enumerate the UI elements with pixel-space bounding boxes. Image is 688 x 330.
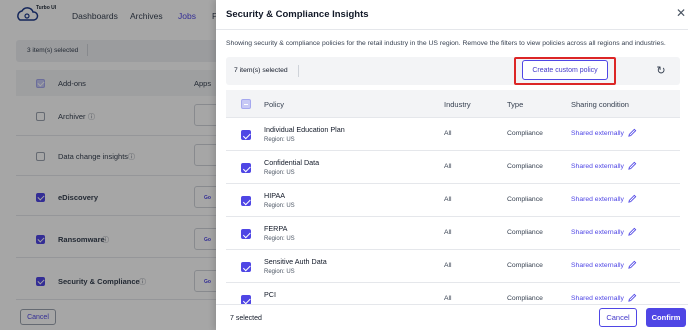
type-cell: Compliance [507, 295, 543, 302]
col-type: Type [507, 100, 524, 109]
policy-name: PCI [264, 290, 276, 299]
industry-cell: All [444, 229, 452, 236]
col-industry: Industry [444, 100, 471, 109]
policy-name: FERPA [264, 224, 288, 233]
industry-cell: All [444, 163, 452, 170]
divider [298, 65, 299, 77]
row-checkbox[interactable] [241, 295, 251, 304]
select-all-checkbox[interactable] [241, 99, 251, 109]
table-row[interactable]: HIPAA Region: US All Compliance Shared e… [226, 184, 680, 217]
industry-cell: All [444, 262, 452, 269]
policy-name: Confidential Data [264, 158, 320, 167]
confirm-button[interactable]: Confirm [646, 308, 686, 327]
selected-count: 7 item(s) selected [234, 67, 288, 74]
edit-pencil-icon[interactable] [628, 161, 637, 170]
row-checkbox[interactable] [241, 196, 251, 206]
policy-region: Region: US [264, 203, 295, 209]
drawer-title: Security & Compliance Insights [226, 9, 369, 20]
table-row[interactable]: FERPA Region: US All Compliance Shared e… [226, 217, 680, 250]
col-policy: Policy [264, 100, 285, 109]
close-icon[interactable]: ✕ [676, 7, 688, 19]
policy-name: Individual Education Plan [264, 125, 345, 134]
table-header: Policy Industry Type Sharing condition [226, 90, 680, 118]
row-checkbox[interactable] [241, 130, 251, 140]
row-checkbox[interactable] [241, 163, 251, 173]
refresh-icon[interactable]: ↻ [652, 62, 670, 80]
divider [216, 29, 688, 30]
policy-region: Region: US [264, 137, 295, 143]
edit-pencil-icon[interactable] [628, 293, 637, 302]
type-cell: Compliance [507, 163, 543, 170]
policy-name: HIPAA [264, 191, 286, 200]
create-custom-policy-button[interactable]: Create custom policy [522, 60, 608, 80]
industry-cell: All [444, 295, 452, 302]
table-row[interactable]: Individual Education Plan Region: US All… [226, 118, 680, 151]
industry-cell: All [444, 196, 452, 203]
sharing-condition-link[interactable]: Shared externally [571, 295, 624, 302]
row-checkbox[interactable] [241, 262, 251, 272]
table-row[interactable]: Confidential Data Region: US All Complia… [226, 151, 680, 184]
type-cell: Compliance [507, 196, 543, 203]
policy-name: Sensitive Auth Data [264, 257, 327, 266]
type-cell: Compliance [507, 262, 543, 269]
table-row[interactable]: PCI All Compliance Shared externally [226, 283, 680, 304]
edit-pencil-icon[interactable] [628, 260, 637, 269]
policy-region: Region: US [264, 269, 295, 275]
type-cell: Compliance [507, 229, 543, 236]
table-row[interactable]: Sensitive Auth Data Region: US All Compl… [226, 250, 680, 283]
drawer-description: Showing security & compliance policies f… [226, 40, 666, 47]
policy-region: Region: US [264, 236, 295, 242]
policy-region: Region: US [264, 170, 295, 176]
divider [216, 304, 688, 305]
cancel-button[interactable]: Cancel [599, 308, 637, 327]
edit-pencil-icon[interactable] [628, 227, 637, 236]
sharing-condition-link[interactable]: Shared externally [571, 130, 624, 137]
sharing-condition-link[interactable]: Shared externally [571, 163, 624, 170]
edit-pencil-icon[interactable] [628, 194, 637, 203]
policy-drawer: Security & Compliance Insights ✕ Showing… [216, 0, 688, 330]
row-checkbox[interactable] [241, 229, 251, 239]
footer-selected-count: 7 selected [230, 315, 262, 322]
industry-cell: All [444, 130, 452, 137]
sharing-condition-link[interactable]: Shared externally [571, 262, 624, 269]
type-cell: Compliance [507, 130, 543, 137]
col-sharing-condition: Sharing condition [571, 100, 629, 109]
sharing-condition-link[interactable]: Shared externally [571, 229, 624, 236]
edit-pencil-icon[interactable] [628, 128, 637, 137]
policy-table: Policy Industry Type Sharing condition I… [226, 90, 680, 304]
sharing-condition-link[interactable]: Shared externally [571, 196, 624, 203]
